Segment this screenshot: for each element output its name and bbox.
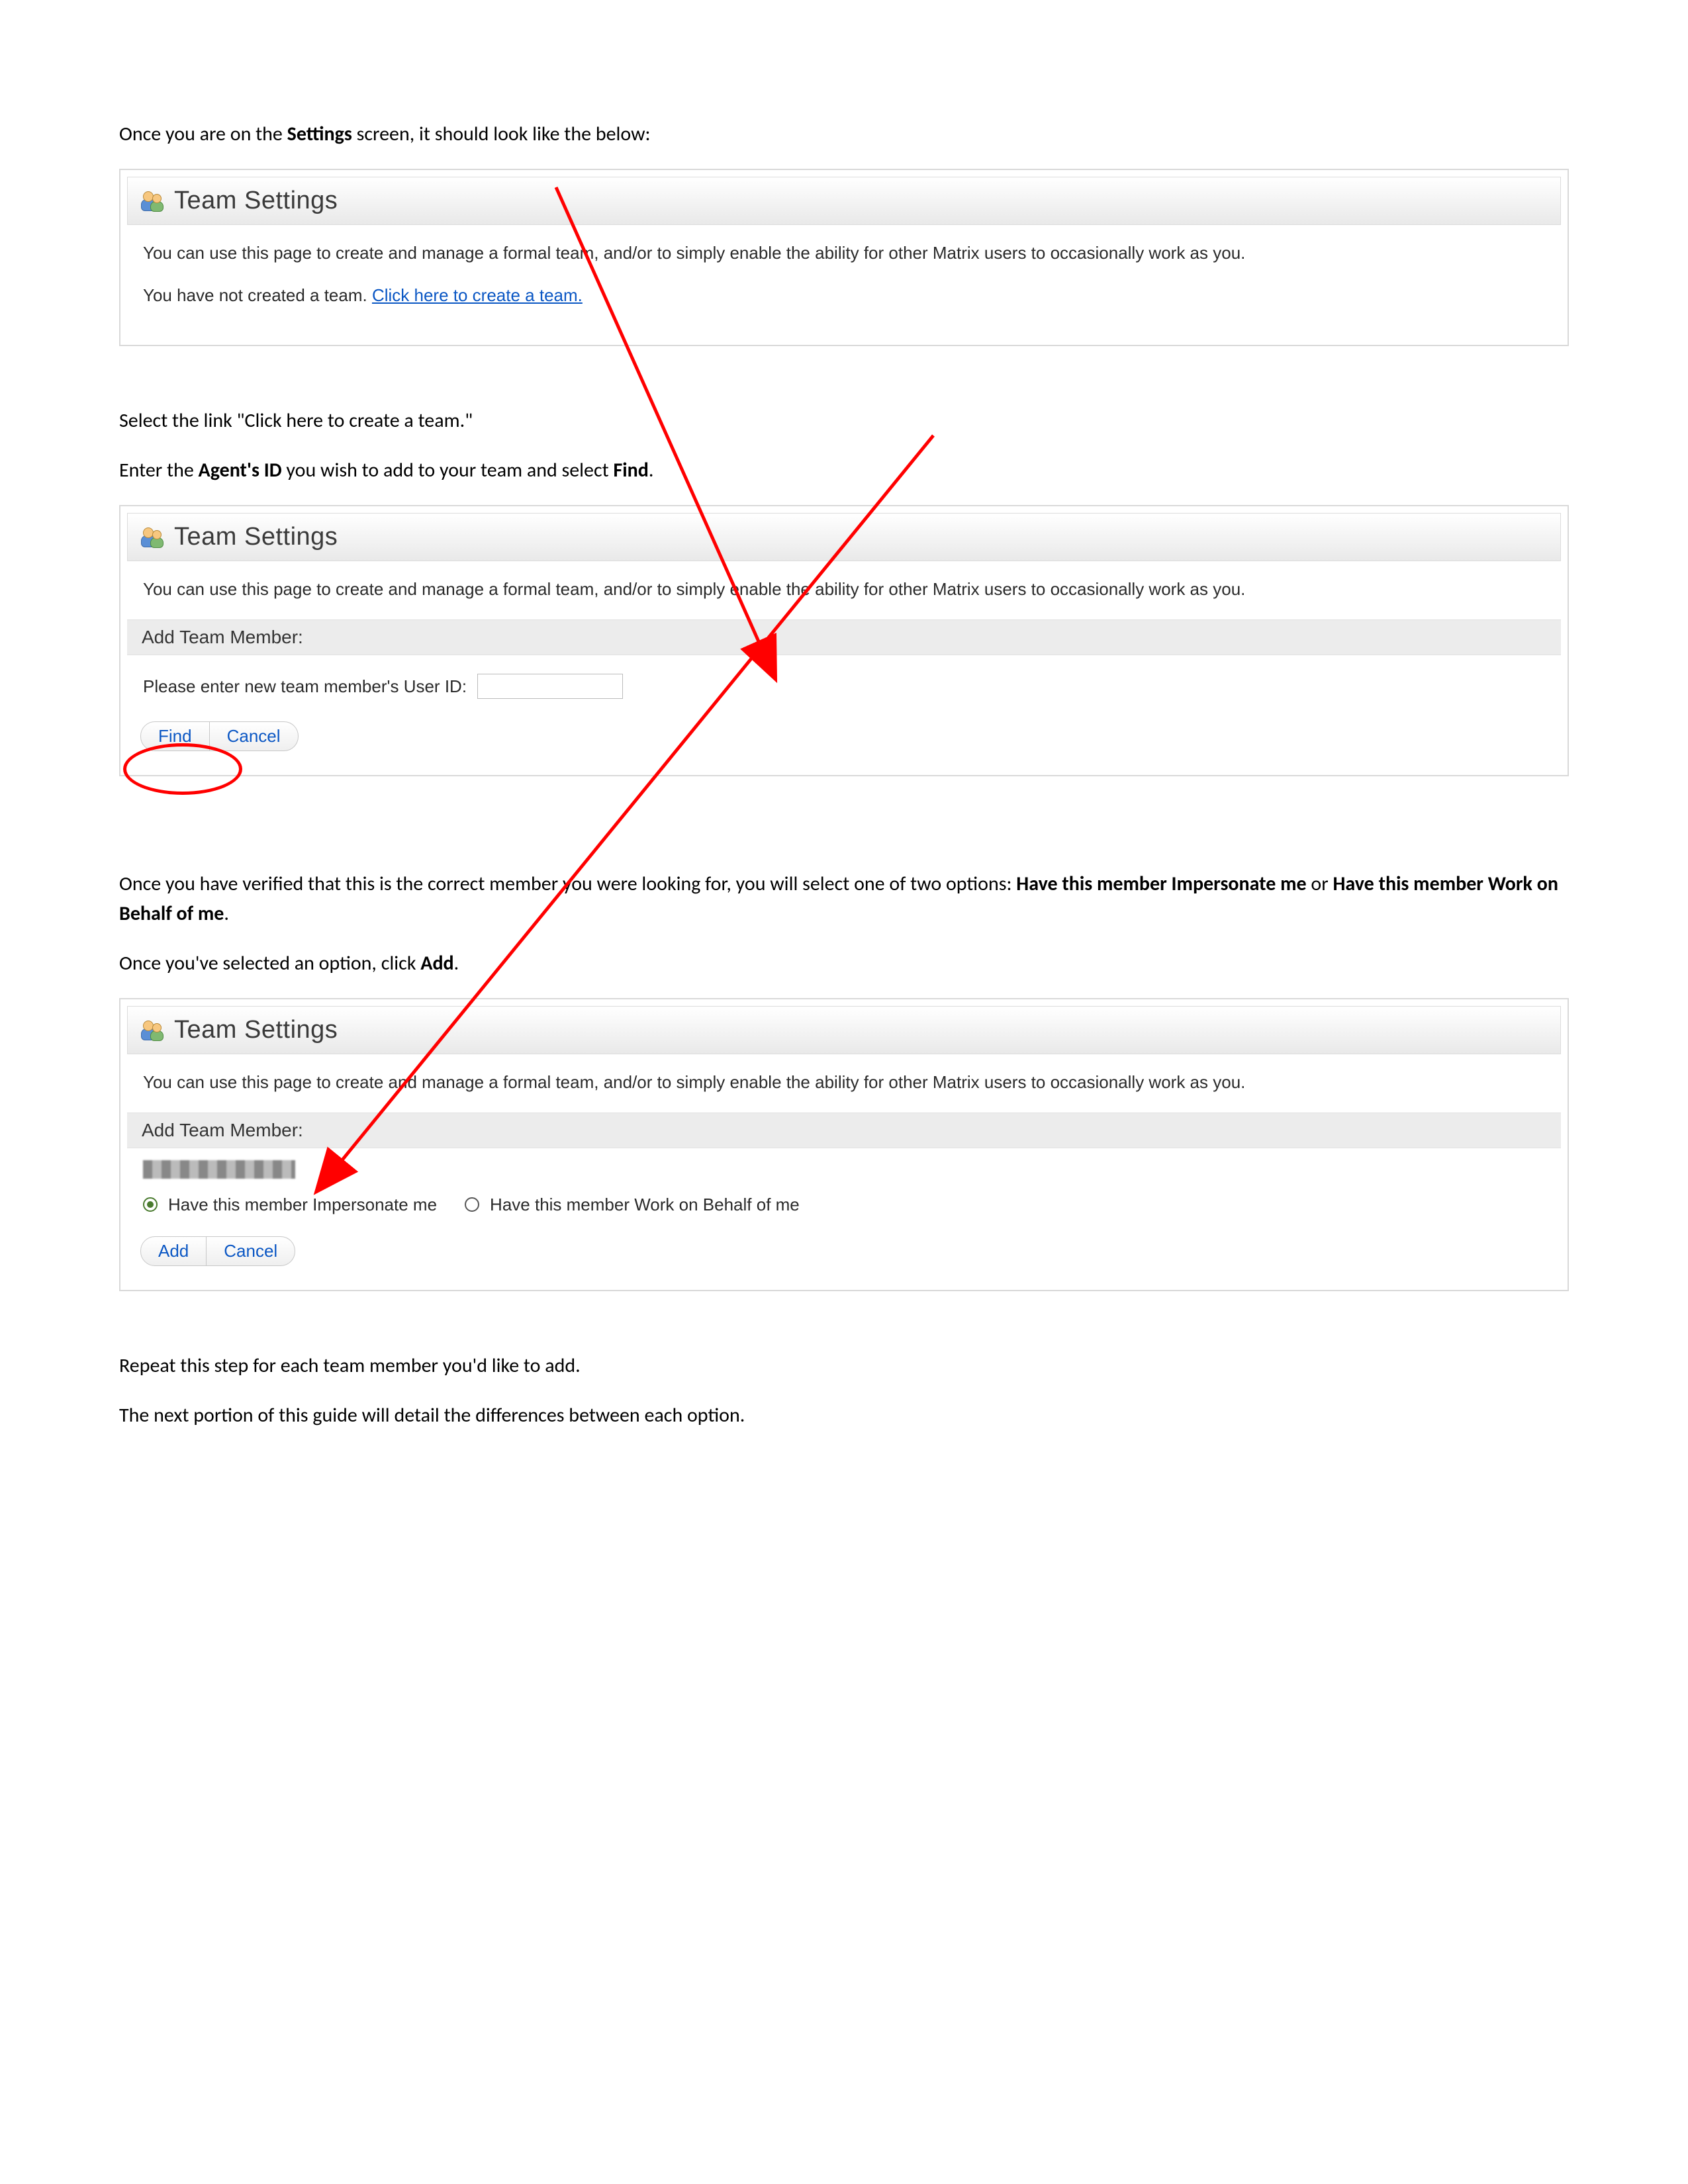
intro-prefix: Once you are on the — [119, 122, 287, 146]
step3-l1-end: . — [224, 901, 229, 926]
closing-line2: The next portion of this guide will deta… — [119, 1400, 1569, 1430]
step3-l1-mid: or — [1307, 872, 1333, 896]
panel3-subheader: Add Team Member: — [127, 1113, 1561, 1148]
step2-line1: Select the link "Click here to create a … — [119, 406, 1569, 435]
permission-radio-row: Have this member Impersonate me Have thi… — [127, 1183, 1561, 1220]
panel1-no-team-text: You have not created a team. — [143, 285, 372, 305]
create-team-link[interactable]: Click here to create a team. — [372, 285, 583, 305]
panel1-title: Team Settings — [174, 187, 338, 215]
step2-l2-a: Enter the — [119, 458, 199, 482]
closing-line1: Repeat this step for each team member yo… — [119, 1351, 1569, 1381]
user-id-label: Please enter new team member's User ID: — [143, 676, 467, 697]
panel3-header: Team Settings — [127, 1006, 1561, 1054]
intro-text: Once you are on the Settings screen, it … — [119, 119, 1569, 149]
radio-work-on-behalf-label: Have this member Work on Behalf of me — [490, 1195, 800, 1215]
intro-suffix: screen, it should look like the below: — [352, 122, 651, 146]
panel2-header: Team Settings — [127, 513, 1561, 561]
step3-l1-a: Once you have verified that this is the … — [119, 872, 1016, 896]
member-name-redacted — [143, 1160, 295, 1179]
user-id-row: Please enter new team member's User ID: — [127, 655, 1561, 705]
step3-l2-bold: Add — [420, 951, 453, 976]
panel2-title: Team Settings — [174, 523, 338, 551]
panel1-no-team: You have not created a team. Click here … — [143, 283, 1545, 308]
panel1-block: Team Settings You can use this page to c… — [119, 169, 1569, 346]
cancel-button[interactable]: Cancel — [210, 721, 299, 751]
panel3-block: Team Settings You can use this page to c… — [119, 998, 1569, 1291]
step2-l2-bold1: Agent's ID — [199, 458, 282, 482]
radio-impersonate[interactable] — [143, 1197, 158, 1212]
step3-l1-b1: Have this member Impersonate me — [1016, 872, 1306, 896]
panel3-description: You can use this page to create and mana… — [143, 1070, 1545, 1095]
find-button[interactable]: Find — [140, 721, 210, 751]
step3-line2: Once you've selected an option, click Ad… — [119, 948, 1569, 978]
radio-impersonate-label: Have this member Impersonate me — [168, 1195, 437, 1215]
panel3-button-row: Add Cancel — [127, 1220, 1561, 1283]
step3-l2-a: Once you've selected an option, click — [119, 951, 420, 976]
step2-line2: Enter the Agent's ID you wish to add to … — [119, 455, 1569, 485]
panel1-body: You can use this page to create and mana… — [127, 225, 1561, 338]
panel2-block: Team Settings You can use this page to c… — [119, 505, 1569, 776]
intro-bold: Settings — [287, 122, 352, 146]
radio-work-on-behalf[interactable] — [465, 1197, 479, 1212]
panel2-description: You can use this page to create and mana… — [143, 577, 1545, 602]
panel2-subheader: Add Team Member: — [127, 619, 1561, 655]
team-settings-panel-1: Team Settings You can use this page to c… — [119, 169, 1569, 346]
team-icon — [141, 1019, 165, 1042]
cancel-button-2[interactable]: Cancel — [207, 1236, 295, 1266]
panel3-body: You can use this page to create and mana… — [127, 1054, 1561, 1095]
step3-l2-b: . — [454, 951, 459, 976]
step2-l2-b: you wish to add to your team and select — [282, 458, 614, 482]
user-id-input[interactable] — [477, 674, 623, 699]
add-button[interactable]: Add — [140, 1236, 207, 1266]
panel3-title: Team Settings — [174, 1016, 338, 1044]
found-member-row — [127, 1148, 1561, 1183]
step2-l2-bold2: Find — [613, 458, 648, 482]
team-icon — [141, 190, 165, 212]
step2-l2-c: . — [649, 458, 654, 482]
team-settings-panel-2: Team Settings You can use this page to c… — [119, 505, 1569, 776]
step3-line1: Once you have verified that this is the … — [119, 869, 1569, 929]
panel2-button-row: Find Cancel — [127, 705, 1561, 768]
team-icon — [141, 526, 165, 549]
team-settings-panel-3: Team Settings You can use this page to c… — [119, 998, 1569, 1291]
panel1-description: You can use this page to create and mana… — [143, 241, 1545, 266]
panel1-header: Team Settings — [127, 177, 1561, 225]
panel2-body: You can use this page to create and mana… — [127, 561, 1561, 602]
